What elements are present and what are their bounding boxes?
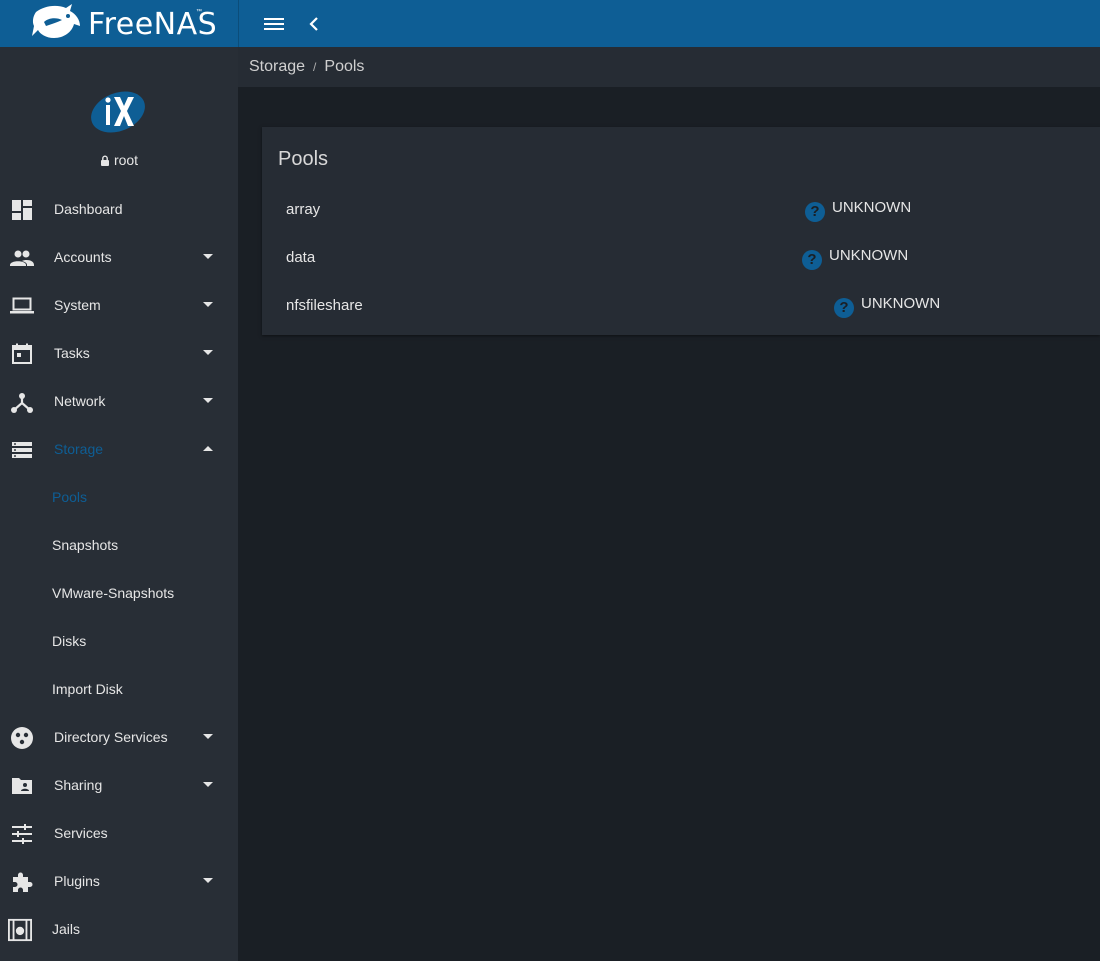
ix-logo [91,91,145,133]
breadcrumb-separator: / [313,60,317,74]
breadcrumb: Storage / Pools [249,58,364,76]
menu-icon[interactable] [262,12,286,36]
trademark: ™ [196,9,202,15]
sidebar-item-label: Storage [54,441,104,457]
pool-row-nfsfileshare[interactable]: nfsfileshare ? UNKNOWN [262,282,1100,330]
network-icon [11,393,33,413]
sidebar-subitem-label: VMware-Snapshots [52,585,175,601]
sidebar-subitem-snapshots[interactable]: Snapshots [0,522,238,570]
caret-down-icon [203,350,213,355]
sidebar-item-jails[interactable]: Jails [0,906,238,954]
folder-shared-icon [12,778,32,794]
sidebar-subitem-disks[interactable]: Disks [0,618,238,666]
caret-down-icon [203,734,213,739]
top-bar: FreeNAS ™ [0,0,1100,47]
pools-card: Pools array ? UNKNOWN data ? UNKNOWN nfsfi… [262,127,1100,335]
sidebar-item-label: Sharing [54,777,103,793]
people-icon [10,250,34,266]
sidebar-item-label: Network [54,393,106,409]
help-circle-icon: ? [834,298,854,318]
sidebar-item-network[interactable]: Network [0,378,238,426]
pool-name: array [286,201,321,218]
pool-status: ? UNKNOWN [805,199,911,222]
pool-status: ? UNKNOWN [802,247,908,270]
pool-row-array[interactable]: array ? UNKNOWN [262,186,1100,234]
sidebar-item-label: Tasks [54,345,90,361]
freenas-logo[interactable]: FreeNAS ™ [0,0,239,47]
sidebar: root Dashboard Accounts System Tasks Net… [0,47,238,961]
laptop-icon [10,297,34,314]
puzzle-icon [13,872,33,892]
sidebar-item-label: Plugins [54,873,100,889]
sidebar-item-sharing[interactable]: Sharing [0,762,238,810]
sidebar-subitem-label: Snapshots [52,537,119,553]
sidebar-item-tasks[interactable]: Tasks [0,330,238,378]
directory-services-icon [11,727,33,749]
sidebar-item-plugins[interactable]: Plugins [0,858,238,906]
pool-status-text: UNKNOWN [829,247,909,264]
caret-down-icon [203,878,213,883]
jail-icon [8,918,32,942]
calendar-icon [12,343,32,364]
card-title: Pools [278,148,329,170]
help-circle-icon: ? [802,250,822,270]
sidebar-item-system[interactable]: System [0,282,238,330]
caret-down-icon [203,782,213,787]
sidebar-item-label: Jails [52,921,81,937]
breadcrumb-bar: Storage / Pools [238,47,1100,87]
freenas-shark-icon [32,4,80,38]
caret-down-icon [203,302,213,307]
sidebar-subitem-vmware-snapshots[interactable]: VMware-Snapshots [0,570,238,618]
sidebar-item-services[interactable]: Services [0,810,238,858]
pool-name: nfsfileshare [286,297,363,314]
sidebar-subitem-label: Import Disk [52,681,123,697]
tune-icon [12,824,32,844]
pool-status: ? UNKNOWN [834,295,940,318]
help-circle-icon: ? [805,202,825,222]
sidebar-item-label: Directory Services [54,729,168,745]
sidebar-subitem-label: Pools [52,489,88,505]
pool-status-text: UNKNOWN [832,199,912,216]
sidebar-item-storage[interactable]: Storage [0,426,238,474]
breadcrumb-pools: Pools [324,58,365,75]
pool-row-data[interactable]: data ? UNKNOWN [262,234,1100,282]
pool-status-text: UNKNOWN [861,295,941,312]
caret-down-icon [203,254,213,259]
storage-icon [12,442,32,458]
chevron-left-icon[interactable] [303,12,327,36]
sidebar-item-accounts[interactable]: Accounts [0,234,238,282]
user-info: root [0,152,238,168]
caret-up-icon [203,446,213,451]
sidebar-subitem-import-disk[interactable]: Import Disk [0,666,238,714]
sidebar-item-dashboard[interactable]: Dashboard [0,186,238,234]
breadcrumb-storage[interactable]: Storage [249,58,305,75]
sidebar-subitem-pools[interactable]: Pools [0,474,238,522]
dashboard-icon [12,200,32,220]
sidebar-item-label: System [54,297,101,313]
sidebar-item-label: Dashboard [54,201,123,217]
sidebar-item-directory-services[interactable]: Directory Services [0,714,238,762]
pool-name: data [286,249,316,266]
lock-icon [100,155,109,166]
username: root [113,152,139,168]
sidebar-item-label: Services [54,825,108,841]
caret-down-icon [203,398,213,403]
sidebar-item-label: Accounts [54,249,112,265]
sidebar-subitem-label: Disks [52,633,87,649]
